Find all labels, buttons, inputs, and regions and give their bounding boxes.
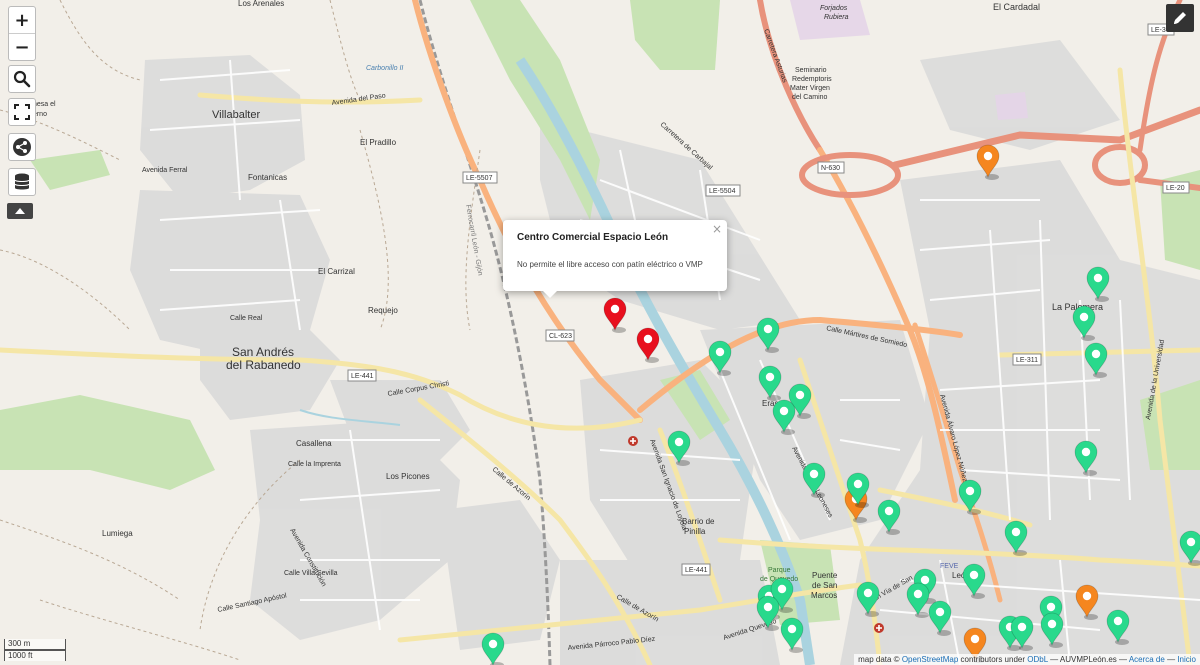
street-label: Calle Real	[230, 315, 263, 322]
road-shield: N-630	[817, 161, 845, 174]
svg-text:N-630: N-630	[821, 165, 840, 172]
place-label: Seminario	[795, 67, 827, 74]
svg-text:LE-3: LE-3	[1151, 27, 1166, 34]
place-label: Carbonillo II	[366, 65, 403, 72]
road-shield: LE-441	[681, 563, 711, 576]
marker-popup: Centro Comercial Espacio León No permite…	[503, 220, 727, 298]
road-shield: LE-20	[1162, 181, 1190, 194]
road-shield: LE-5507	[462, 171, 498, 184]
pencil-icon	[1174, 12, 1186, 24]
search-control	[8, 65, 36, 93]
share-icon	[13, 138, 31, 156]
zoom-in-button[interactable]: +	[9, 7, 35, 33]
share-control	[8, 133, 36, 161]
place-label: Mater Virgen	[790, 85, 830, 92]
fullscreen-control	[8, 98, 36, 126]
attribution-separator: —	[1050, 655, 1059, 664]
place-label: Forjados	[820, 5, 848, 12]
place-label: Marcos	[811, 591, 837, 600]
attribution-middle: contributors under	[960, 655, 1026, 664]
attribution-separator: —	[1119, 655, 1128, 664]
popup-title: Centro Comercial Espacio León	[517, 232, 669, 243]
place-label: Fontanicas	[248, 173, 287, 182]
svg-text:LE-5507: LE-5507	[466, 175, 493, 182]
road-shield: CL-623	[545, 329, 575, 342]
svg-text:LE-311: LE-311	[1016, 357, 1038, 364]
pharmacy-icon	[628, 436, 638, 446]
place-label: del Rabanedo	[226, 358, 301, 372]
scale-bar: 300 m 1000 ft	[4, 639, 66, 661]
site-name: AUVMPLeón.es	[1059, 655, 1117, 664]
attribution-prefix: map data ©	[858, 655, 900, 664]
street-label: Calle Villa Sevilla	[284, 570, 338, 577]
layers-icon	[14, 173, 30, 190]
svg-text:LE-20: LE-20	[1166, 185, 1185, 192]
place-label: Villabalter	[212, 109, 260, 121]
search-button[interactable]	[9, 66, 35, 92]
home-link[interactable]: Inicio	[1177, 655, 1196, 664]
edit-button[interactable]	[1166, 4, 1194, 32]
triangle-up-icon	[15, 208, 25, 214]
attribution-separator: —	[1167, 655, 1176, 664]
popup-text: No permite el libre acceso con patín elé…	[517, 260, 703, 269]
share-button[interactable]	[9, 134, 35, 160]
place-label: El Cardadal	[993, 2, 1040, 12]
place-label: Lumiega	[102, 529, 133, 538]
map-canvas[interactable]: Los Arenales El Cardadal Forjados Rubier…	[0, 0, 1200, 665]
scale-metric: 300 m	[4, 639, 66, 650]
place-label: FEVE	[940, 563, 959, 570]
place-label: Casallena	[296, 439, 332, 448]
place-label: El Carrizal	[318, 267, 355, 276]
place-label: de San	[812, 581, 837, 590]
odbl-link[interactable]: ODbL	[1027, 655, 1048, 664]
zoom-control: + −	[8, 6, 36, 61]
place-label: San Andrés	[232, 345, 294, 359]
zoom-out-button[interactable]: −	[9, 33, 35, 60]
popup-close-button[interactable]: ×	[712, 222, 722, 236]
expand-button[interactable]	[7, 203, 33, 219]
place-label: Parque	[768, 567, 791, 574]
attribution: map data © OpenStreetMap contributors un…	[854, 654, 1200, 665]
place-label: Rubiera	[824, 14, 849, 21]
road-shield: LE-441	[347, 369, 377, 382]
place-label: Los Arenales	[238, 0, 284, 8]
osm-link[interactable]: OpenStreetMap	[902, 655, 958, 664]
road-shield: LE-5504	[705, 184, 741, 197]
svg-text:LE-5504: LE-5504	[709, 188, 736, 195]
place-label: Los Picones	[386, 472, 430, 481]
svg-text:LE-441: LE-441	[351, 373, 374, 380]
place-label: El Pradillo	[360, 138, 397, 147]
fullscreen-button[interactable]	[9, 99, 35, 125]
fullscreen-icon	[14, 104, 30, 120]
street-label: Calle la Imprenta	[288, 461, 341, 468]
about-link[interactable]: Acerca de	[1129, 655, 1165, 664]
pharmacy-icon	[874, 623, 884, 633]
place-label: Requejo	[368, 306, 398, 315]
place-label: del Camino	[792, 94, 828, 101]
svg-text:LE-441: LE-441	[685, 567, 708, 574]
road-shield: LE-311	[1012, 353, 1042, 366]
street-label: Avenida Ferral	[142, 167, 188, 174]
place-label: Redemptoris	[792, 76, 832, 83]
scale-imperial: 1000 ft	[4, 650, 66, 661]
layers-button[interactable]	[9, 169, 35, 195]
layers-control	[8, 168, 36, 196]
popup-tip	[543, 291, 557, 298]
svg-text:CL-623: CL-623	[549, 333, 572, 340]
place-label: Puente	[812, 571, 838, 580]
search-icon	[13, 70, 31, 88]
